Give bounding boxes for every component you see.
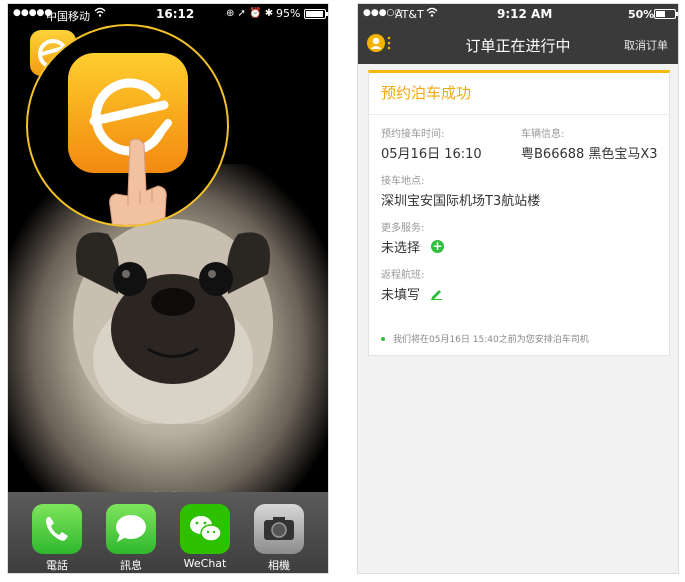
pickup-time-value: 05月16日 16:10 bbox=[381, 147, 482, 162]
battery-icon bbox=[304, 9, 328, 19]
driver-arrangement-note: 我们将在05月16日 15:40之前为您安排泊车司机 bbox=[393, 335, 589, 345]
wechat-icon bbox=[180, 504, 230, 554]
cancel-order-button[interactable]: 取消订单 bbox=[624, 37, 668, 53]
messages-icon bbox=[106, 504, 156, 554]
clock: 9:12 AM bbox=[497, 7, 553, 21]
zoom-magnifier bbox=[26, 24, 229, 227]
page-indicator[interactable]: ⌕ bbox=[143, 481, 203, 515]
order-screen-phone: ●●●○○ AT&T 9:12 AM 50% 订单正在进行中 取消订单 预约泊车… bbox=[357, 3, 679, 574]
more-services-value[interactable]: 未选择 bbox=[381, 237, 420, 256]
booking-success-title: 预约泊车成功 bbox=[381, 84, 472, 102]
wifi-icon bbox=[426, 7, 438, 17]
battery-icon bbox=[654, 9, 678, 19]
carrier-name: AT&T bbox=[395, 8, 424, 21]
battery-percent: 50% bbox=[628, 8, 655, 21]
vehicle-label: 车辆信息: bbox=[521, 129, 565, 140]
divider bbox=[369, 114, 669, 115]
booking-card: 预约泊车成功 预约接车时间: 05月16日 16:10 车辆信息: 粤B6668… bbox=[368, 70, 670, 356]
tapping-finger-icon bbox=[109, 138, 167, 225]
wifi-icon bbox=[94, 7, 106, 17]
pickup-location-label: 接车地点: bbox=[381, 176, 425, 187]
return-flight-value[interactable]: 未填写 bbox=[381, 284, 420, 303]
nav-bar: 订单正在进行中 取消订单 bbox=[358, 24, 678, 64]
carrier-name: 中国移动 bbox=[46, 10, 90, 23]
clock: 16:12 bbox=[156, 7, 195, 21]
battery-percent: 95% bbox=[276, 7, 301, 20]
pickup-location-value: 深圳宝安国际机场T3航站楼 bbox=[381, 194, 541, 209]
dock-app-label: 電話 bbox=[46, 559, 68, 572]
note-bullet-icon bbox=[381, 337, 385, 341]
phone-icon bbox=[32, 504, 82, 554]
dock: 電話 訊息 WeChat 相機 bbox=[8, 492, 328, 573]
camera-icon bbox=[254, 504, 304, 554]
status-icons: ⊕ ➚ ⏰ ✱ bbox=[226, 8, 274, 19]
more-services-label: 更多服务: bbox=[381, 223, 425, 234]
pickup-time-label: 预约接车时间: bbox=[381, 129, 445, 140]
status-bar: ●●●○○ AT&T 9:12 AM 50% bbox=[358, 4, 678, 24]
dock-app-label: WeChat bbox=[183, 557, 227, 570]
status-bar: ●●●●● 中国移动 16:12 ⊕ ➚ ⏰ ✱ 95% bbox=[8, 4, 328, 24]
dock-app-messages[interactable]: 訊息 bbox=[104, 504, 158, 573]
dock-app-label: 訊息 bbox=[120, 559, 142, 572]
dock-app-label: 相機 bbox=[268, 559, 290, 572]
dock-app-wechat[interactable]: WeChat bbox=[178, 504, 232, 570]
home-screen-phone: ●●●●● 中国移动 16:12 ⊕ ➚ ⏰ ✱ 95% 電話 訊息 WeCha… bbox=[7, 3, 329, 574]
return-flight-label: 返程航班: bbox=[381, 270, 425, 281]
vehicle-value: 粤B66688 黑色宝马X3 bbox=[521, 147, 658, 162]
add-service-icon[interactable]: + bbox=[431, 240, 444, 253]
dock-app-camera[interactable]: 相機 bbox=[252, 504, 306, 573]
edit-pencil-icon[interactable] bbox=[430, 287, 443, 300]
dock-app-phone[interactable]: 電話 bbox=[30, 504, 84, 573]
